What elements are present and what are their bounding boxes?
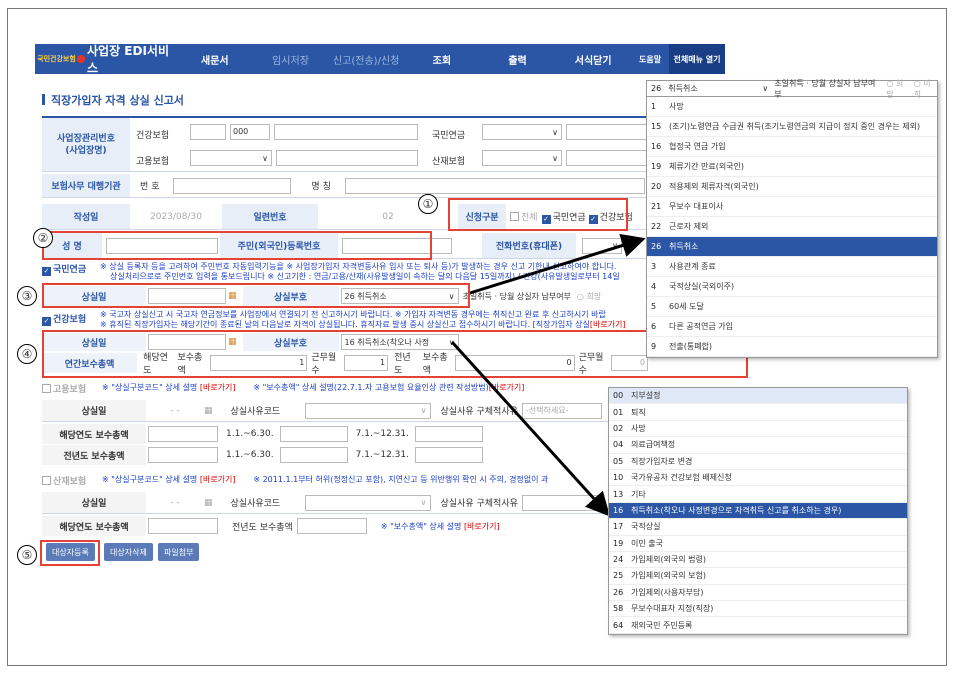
health-loss-code-option[interactable]: 10 국가유공자 건강보험 배제신청 (609, 470, 907, 487)
pension-loss-code-option[interactable]: 9 전출(통폐합) (647, 337, 937, 357)
pension-loss-code-dropdown: 26 취득취소 ∨ 초일취득 · 당월 상실자 납부여부 ○ 희망 ○ 미희 1사… (646, 79, 938, 358)
health-loss-code-option[interactable]: 01 퇴직 (609, 404, 907, 421)
pension-loss-code-option[interactable]: 4 국적상실(국외이주) (647, 277, 937, 297)
health-loss-code-option[interactable]: 19 이민 출국 (609, 536, 907, 552)
pension-loss-code-option[interactable]: 5 60세 도달 (647, 297, 937, 317)
pension-loss-code-option[interactable]: 19 체류기간 만료(외국인) (647, 157, 937, 177)
health-loss-code-option[interactable]: 25 가입제외(외국의 보험) (609, 568, 907, 585)
health-loss-code-option[interactable]: 64 재외국민 주민등록 (609, 617, 907, 634)
health-loss-code-option[interactable]: 26 가입제외(사용자부담) (609, 585, 907, 602)
health-loss-code-option[interactable]: 58 무보수대표자 지정(직장) (609, 601, 907, 618)
pension-loss-code-option[interactable]: 15 (조기)노령연금 수급권 취득(조기노령연금의 지급이 정지 중인 경우는 … (647, 117, 937, 137)
health-loss-code-option[interactable]: 16 취득취소(착오나 사정변경으로 자격취득 신고를 취소하는 경우) (609, 502, 907, 520)
health-loss-code-option[interactable]: 02 사망 (609, 421, 907, 438)
health-loss-code-option[interactable]: 00 지부설정 (609, 388, 907, 405)
health-loss-code-option[interactable]: 13 기타 (609, 486, 907, 503)
health-loss-code-option[interactable]: 24 가입제외(외국의 법령) (609, 552, 907, 569)
health-loss-code-option[interactable]: 17 국적상실 (609, 519, 907, 536)
pension-loss-code-option[interactable]: 6 다른 공적연금 가입 (647, 317, 937, 337)
pension-loss-code-option[interactable]: 20 적용제외 체류자격(외국인) (647, 177, 937, 197)
health-loss-code-option[interactable]: 05 직장가입자로 변경 (609, 454, 907, 470)
dropdown-header: 26 취득취소 ∨ 초일취득 · 당월 상실자 납부여부 ○ 희망 ○ 미희 (647, 79, 937, 99)
pension-loss-code-option[interactable]: 1 사망 (647, 97, 937, 117)
pension-loss-code-option[interactable]: 21 무보수 대표이사 (647, 197, 937, 217)
health-loss-code-option[interactable]: 04 의료급여책정 (609, 437, 907, 454)
health-loss-code-dropdown: 00 지부설정 01 퇴직 02 사망 04 의료급여책정 05 직장가입자로 변경 10 국가유공자… (608, 387, 908, 635)
pension-loss-code-option[interactable]: 22 근로자 제외 (647, 217, 937, 237)
pension-loss-code-option[interactable]: 16 협정국 연금 가입 (647, 137, 937, 157)
pension-loss-code-option[interactable]: 26 취득취소 (647, 237, 937, 257)
pension-loss-code-option[interactable]: 3 사용관계 종료 (647, 257, 937, 277)
